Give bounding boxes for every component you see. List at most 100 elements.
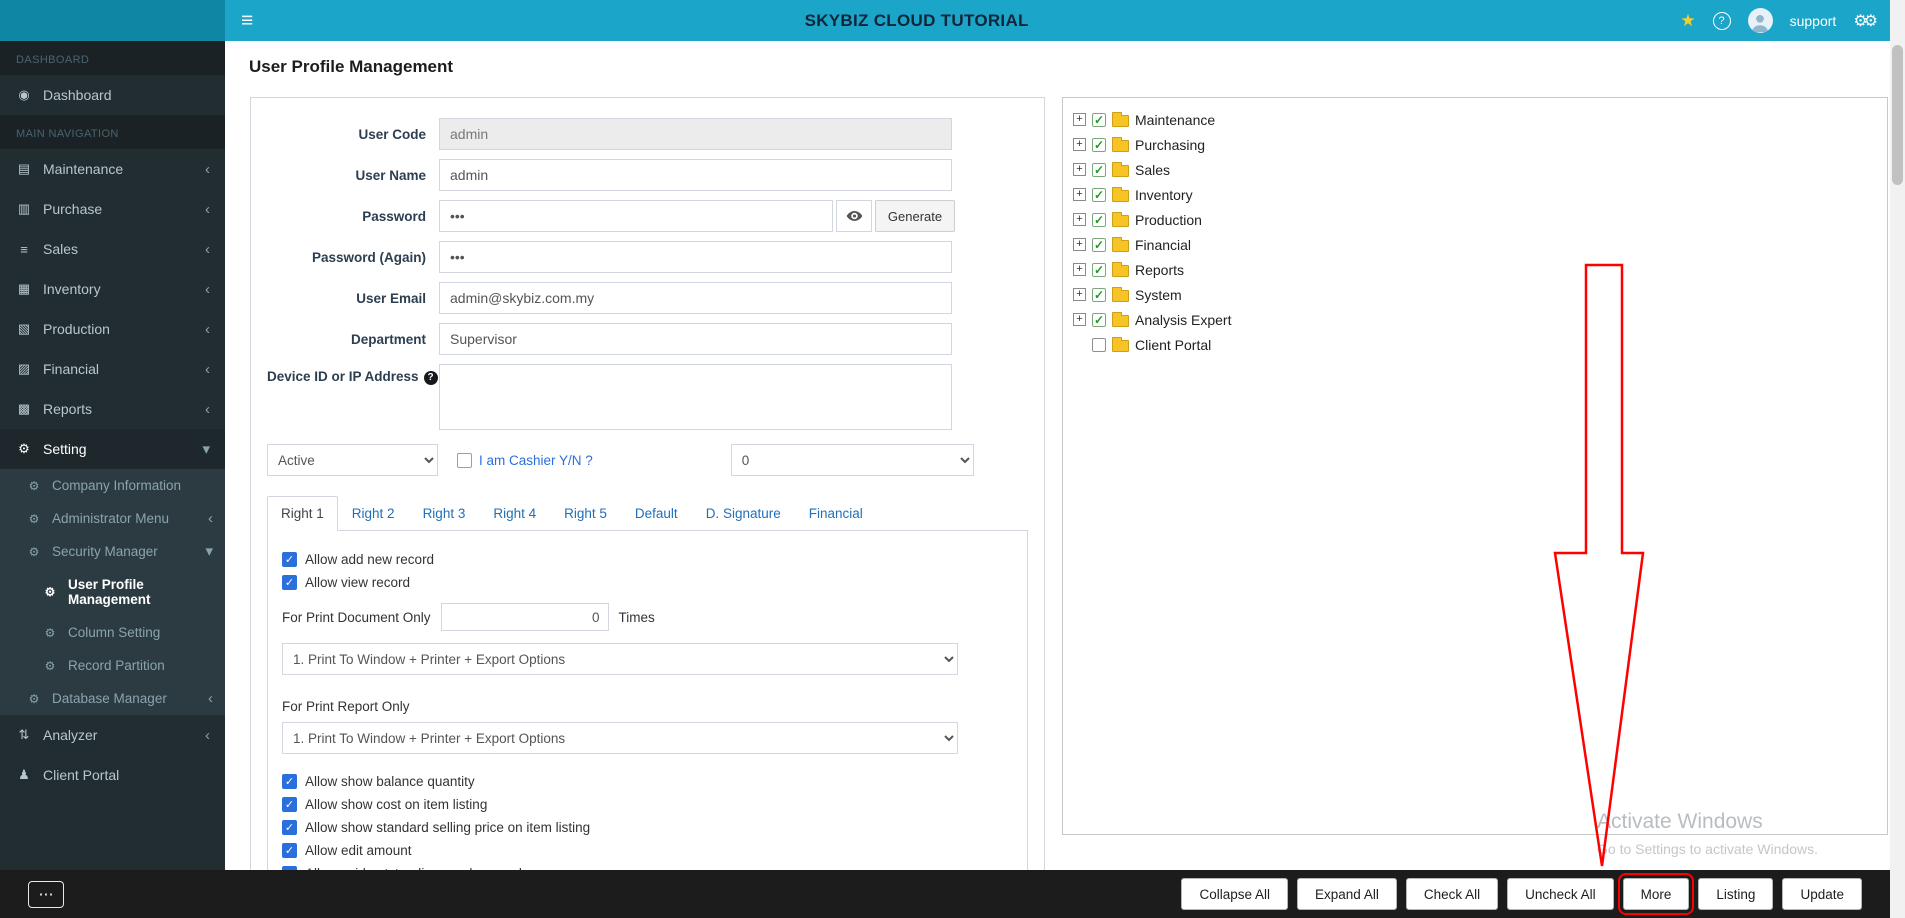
tree-checkbox[interactable] xyxy=(1092,162,1106,177)
listing-button[interactable]: Listing xyxy=(1698,878,1774,910)
tab-default[interactable]: Default xyxy=(621,496,692,531)
tree-item-label[interactable]: Client Portal xyxy=(1135,337,1211,353)
expand-icon[interactable] xyxy=(1073,263,1086,276)
collapse-all-button[interactable]: Collapse All xyxy=(1181,878,1289,910)
scrollbar-thumb[interactable] xyxy=(1892,45,1903,185)
tab-financial[interactable]: Financial xyxy=(795,496,877,531)
allow-balance-quantity-row[interactable]: Allow show balance quantity xyxy=(282,774,1013,789)
expand-icon[interactable] xyxy=(1073,138,1086,151)
level-select[interactable]: 0 xyxy=(730,444,974,476)
tab-right-4[interactable]: Right 4 xyxy=(479,496,550,531)
settings-gears-icon[interactable]: ⚙⚙ xyxy=(1853,11,1878,31)
hamburger-icon[interactable]: ≡ xyxy=(241,10,253,31)
expand-icon[interactable] xyxy=(1073,188,1086,201)
sidebar-item-maintenance[interactable]: ▤ Maintenance ‹ xyxy=(0,149,225,189)
tree-item-analysis-expert[interactable]: Analysis Expert xyxy=(1069,307,1881,332)
tree-checkbox[interactable] xyxy=(1092,312,1106,327)
tree-item-financial[interactable]: Financial xyxy=(1069,232,1881,257)
sidebar-item-security-manager[interactable]: ⚙ Security Manager ▾ xyxy=(0,535,225,568)
tree-item-label[interactable]: Inventory xyxy=(1135,187,1193,203)
user-name-input[interactable] xyxy=(439,159,952,191)
help-icon[interactable]: ? xyxy=(1712,11,1731,30)
tree-checkbox[interactable] xyxy=(1092,262,1106,277)
checkbox-checked[interactable] xyxy=(282,820,297,835)
page-scrollbar[interactable] xyxy=(1890,0,1905,918)
sidebar-item-company-information[interactable]: ⚙ Company Information xyxy=(0,469,225,502)
sidebar-item-sales[interactable]: ≡ Sales ‹ xyxy=(0,229,225,269)
tree-item-production[interactable]: Production xyxy=(1069,207,1881,232)
tree-item-client-portal[interactable]: Client Portal xyxy=(1069,332,1881,357)
device-id-textarea[interactable] xyxy=(439,364,952,430)
sidebar-item-record-partition[interactable]: ⚙ Record Partition xyxy=(0,649,225,682)
tree-item-reports[interactable]: Reports xyxy=(1069,257,1881,282)
tree-item-maintenance[interactable]: Maintenance xyxy=(1069,107,1881,132)
expand-icon[interactable] xyxy=(1073,163,1086,176)
tree-item-label[interactable]: Maintenance xyxy=(1135,112,1215,128)
tree-checkbox[interactable] xyxy=(1092,187,1106,202)
allow-add-new-record-row[interactable]: Allow add new record xyxy=(282,552,1013,567)
sidebar-item-financial[interactable]: ▨ Financial ‹ xyxy=(0,349,225,389)
allow-view-record-row[interactable]: Allow view record xyxy=(282,575,1013,590)
tab-d-signature[interactable]: D. Signature xyxy=(692,496,795,531)
tree-item-label[interactable]: Sales xyxy=(1135,162,1170,178)
sidebar-item-user-profile-management[interactable]: ⚙ User Profile Management xyxy=(0,568,225,616)
favorite-star-icon[interactable]: ★ xyxy=(1680,11,1695,31)
checkbox-checked[interactable] xyxy=(282,797,297,812)
password-again-input[interactable] xyxy=(439,241,952,273)
allow-edit-amount-row[interactable]: Allow edit amount xyxy=(282,843,1013,858)
print-times-input[interactable] xyxy=(440,603,609,631)
tree-item-label[interactable]: Purchasing xyxy=(1135,137,1205,153)
tree-item-purchasing[interactable]: Purchasing xyxy=(1069,132,1881,157)
sidebar-item-reports[interactable]: ▩ Reports ‹ xyxy=(0,389,225,429)
expand-icon[interactable] xyxy=(1073,288,1086,301)
sidebar-item-purchase[interactable]: ▥ Purchase ‹ xyxy=(0,189,225,229)
cashier-checkbox[interactable] xyxy=(457,452,472,468)
sidebar-item-inventory[interactable]: ▦ Inventory ‹ xyxy=(0,269,225,309)
username-label[interactable]: support xyxy=(1790,13,1837,29)
expand-icon[interactable] xyxy=(1073,113,1086,126)
footer-menu-button[interactable]: ⋯ xyxy=(28,880,64,908)
checkbox-checked[interactable] xyxy=(282,774,297,789)
tree-item-label[interactable]: Reports xyxy=(1135,262,1184,278)
sidebar-item-dashboard[interactable]: ◉ Dashboard xyxy=(0,75,225,115)
sidebar-item-analyzer[interactable]: ⇅ Analyzer ‹ xyxy=(0,715,225,755)
expand-icon[interactable] xyxy=(1073,313,1086,326)
expand-all-button[interactable]: Expand All xyxy=(1297,878,1397,910)
user-code-input[interactable] xyxy=(439,118,952,150)
expand-icon[interactable] xyxy=(1073,238,1086,251)
tree-item-label[interactable]: Financial xyxy=(1135,237,1191,253)
department-input[interactable] xyxy=(439,323,952,355)
sidebar-item-administrator-menu[interactable]: ⚙ Administrator Menu ‹ xyxy=(0,502,225,535)
checkbox-checked[interactable] xyxy=(282,575,297,590)
update-button[interactable]: Update xyxy=(1782,878,1862,910)
tree-checkbox[interactable] xyxy=(1092,287,1106,302)
tree-item-sales[interactable]: Sales xyxy=(1069,157,1881,182)
user-avatar[interactable] xyxy=(1747,8,1773,33)
more-button[interactable]: More xyxy=(1617,873,1695,915)
tab-right-2[interactable]: Right 2 xyxy=(338,496,409,531)
allow-standard-price-row[interactable]: Allow show standard selling price on ite… xyxy=(282,820,1013,835)
tab-right-1[interactable]: Right 1 xyxy=(267,496,338,531)
tree-item-label[interactable]: Production xyxy=(1135,212,1202,228)
print-report-select[interactable]: 1. Print To Window + Printer + Export Op… xyxy=(282,722,958,754)
check-all-button[interactable]: Check All xyxy=(1405,878,1499,910)
expand-icon[interactable] xyxy=(1073,213,1086,226)
tree-item-inventory[interactable]: Inventory xyxy=(1069,182,1881,207)
sidebar-item-column-setting[interactable]: ⚙ Column Setting xyxy=(0,616,225,649)
sidebar-item-setting[interactable]: ⚙ Setting ▾ xyxy=(0,429,225,469)
tree-checkbox[interactable] xyxy=(1092,112,1106,127)
sidebar-item-production[interactable]: ▧ Production ‹ xyxy=(0,309,225,349)
checkbox-checked[interactable] xyxy=(282,843,297,858)
allow-cost-listing-row[interactable]: Allow show cost on item listing xyxy=(282,797,1013,812)
print-document-select[interactable]: 1. Print To Window + Printer + Export Op… xyxy=(282,643,958,675)
password-input[interactable] xyxy=(439,200,833,232)
status-select[interactable]: Active xyxy=(267,444,438,476)
tree-checkbox[interactable] xyxy=(1092,337,1106,352)
sidebar-item-database-manager[interactable]: ⚙ Database Manager ‹ xyxy=(0,682,225,715)
user-email-input[interactable] xyxy=(439,282,952,314)
sidebar-item-client-portal[interactable]: ♟ Client Portal xyxy=(0,755,225,795)
checkbox-checked[interactable] xyxy=(282,552,297,567)
tree-checkbox[interactable] xyxy=(1092,237,1106,252)
uncheck-all-button[interactable]: Uncheck All xyxy=(1507,878,1614,910)
tab-right-5[interactable]: Right 5 xyxy=(550,496,621,531)
